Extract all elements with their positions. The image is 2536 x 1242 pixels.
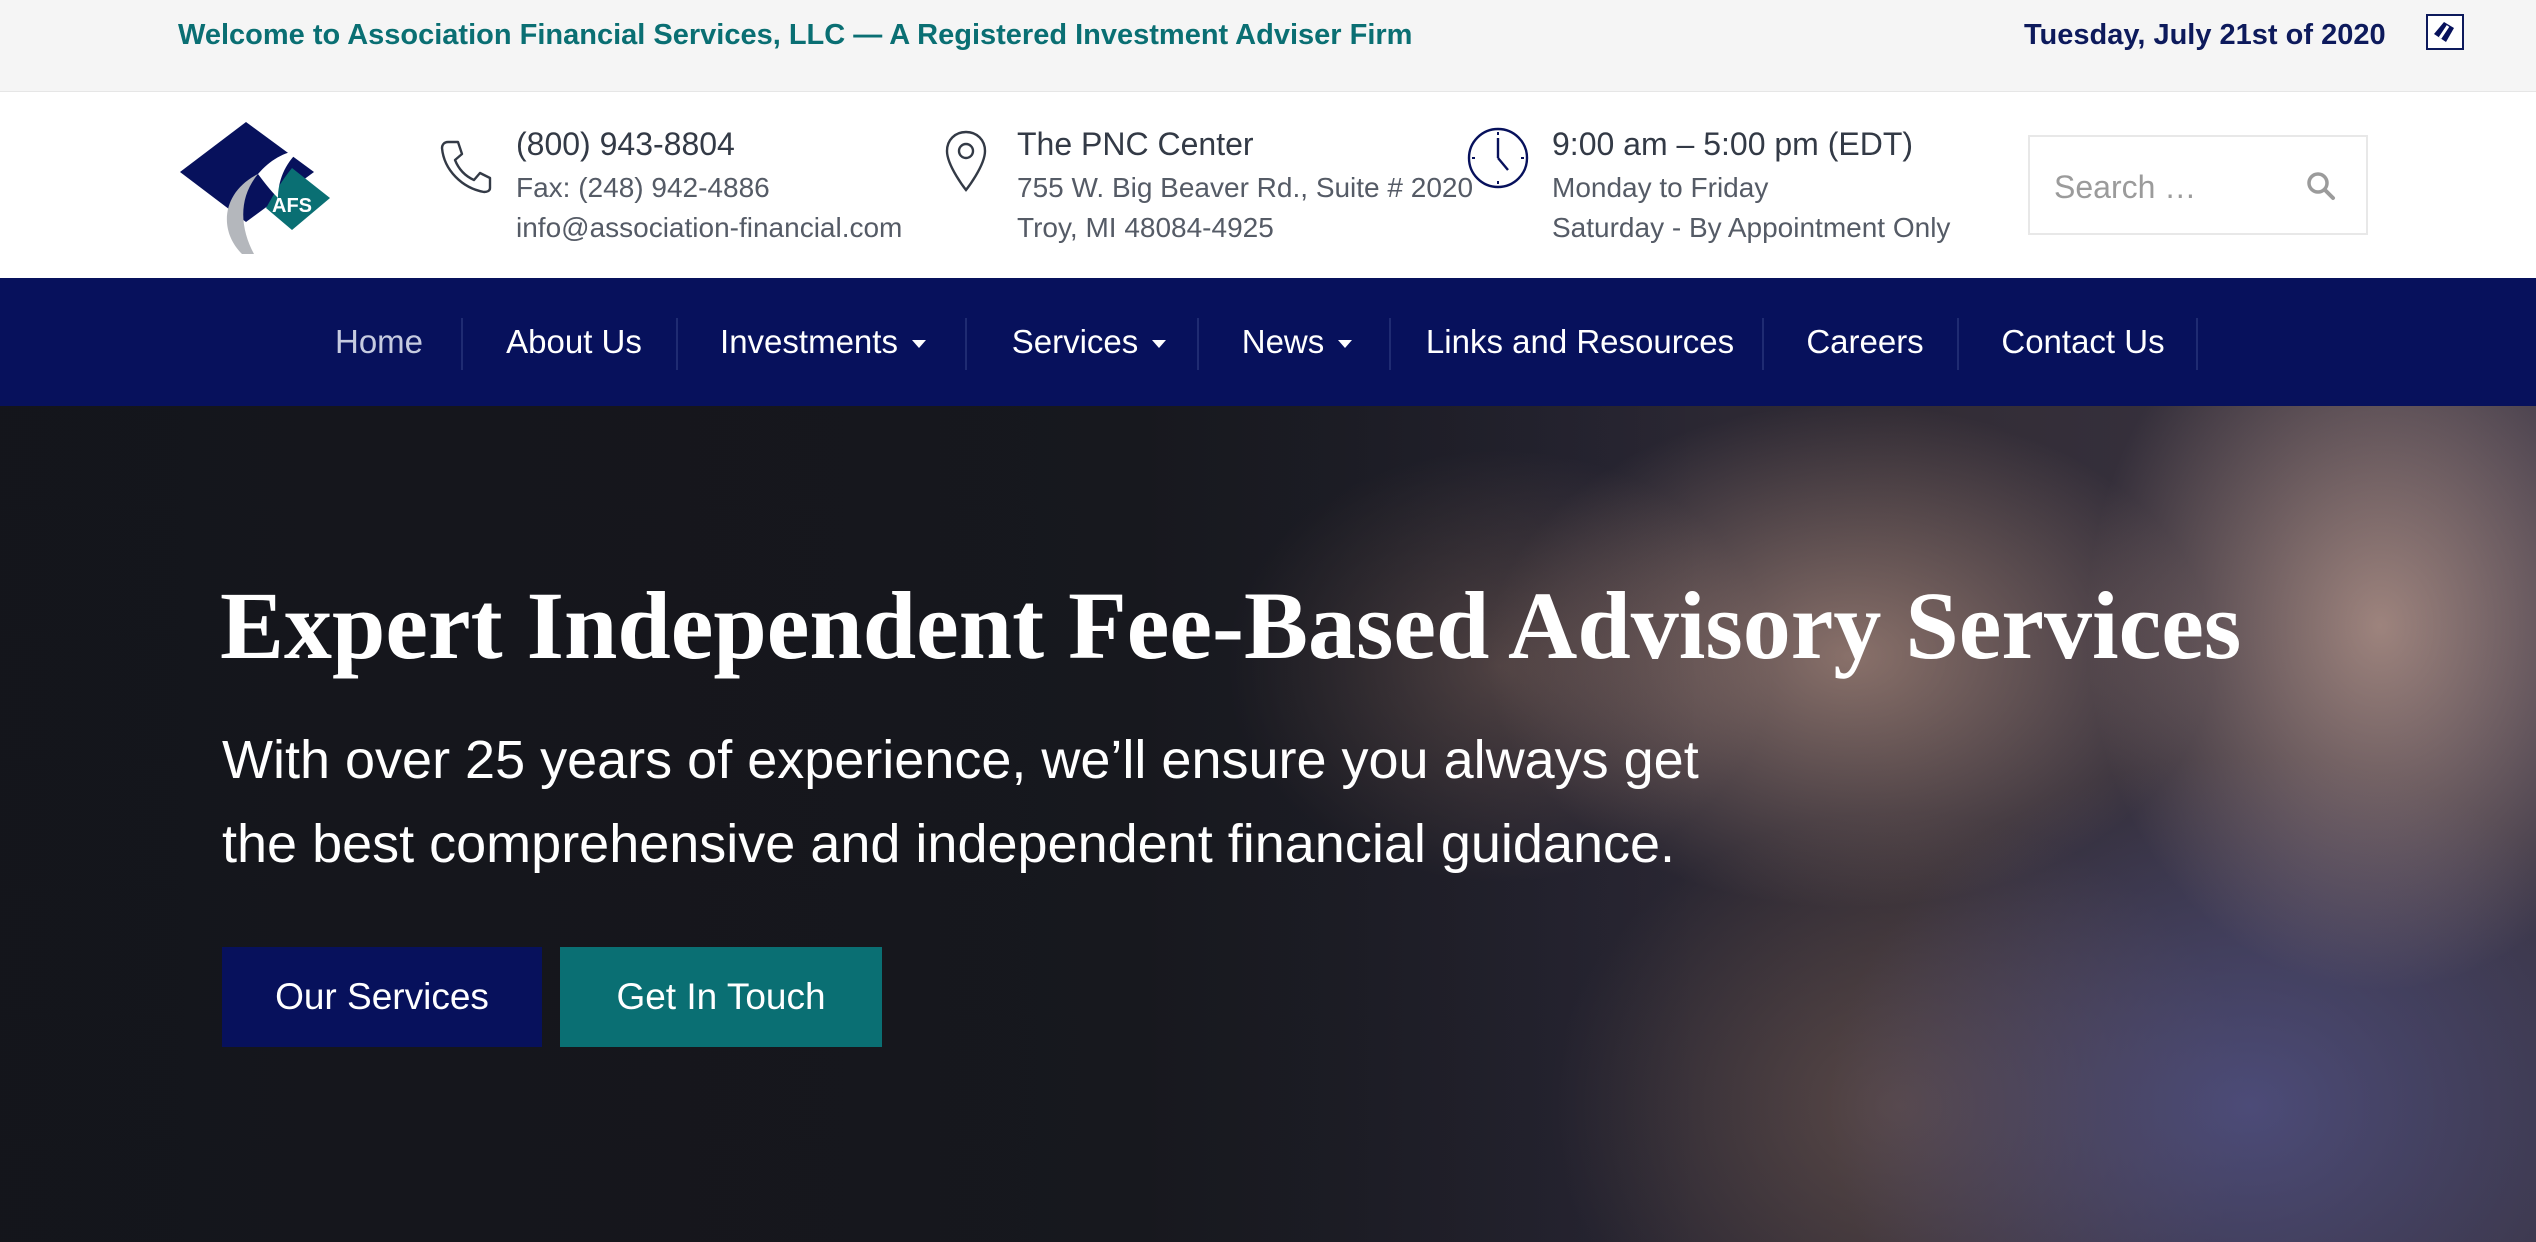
site-header: AFS (800) 943-8804 Fax: (248) 942-4886 i… (0, 92, 2536, 278)
nav-item-contact-us[interactable]: Contact Us (1990, 278, 2176, 406)
nav-label: Contact Us (2001, 323, 2165, 360)
nav-item-news[interactable]: News (1232, 278, 1362, 406)
nav-label: News (1241, 323, 1325, 360)
get-in-touch-button[interactable]: Get In Touch (560, 947, 882, 1047)
street-address: 755 W. Big Beaver Rd., Suite # 2020 (1017, 172, 1474, 203)
search-input[interactable] (2054, 165, 2294, 209)
nav-label: About Us (506, 323, 642, 360)
city-address: Troy, MI 48084-4925 (1017, 212, 1274, 243)
hero-title: Expert Independent Fee-Based Advisory Se… (220, 572, 2242, 679)
hero-subtitle: With over 25 years of experience, we’ll … (222, 730, 1699, 874)
hero-banner: Expert Independent Fee-Based Advisory Se… (0, 406, 2536, 1242)
location-pin-icon (944, 130, 988, 199)
nav-label: Links and Resources (1425, 323, 1735, 360)
fax-number: Fax: (248) 942-4886 (516, 172, 770, 203)
nav-label: Careers (1806, 323, 1924, 360)
nav-divider (461, 318, 463, 370)
weekday-hours: Monday to Friday (1552, 172, 1769, 203)
caret-down-icon (1338, 340, 1353, 348)
saturday-hours: Saturday - By Appointment Only (1552, 212, 1951, 243)
nav-divider (676, 318, 678, 370)
nav-divider (1197, 318, 1199, 370)
nav-item-about-us[interactable]: About Us (490, 278, 658, 406)
nav-label: Investments (720, 323, 898, 360)
email-link[interactable]: info@association-financial.com (516, 212, 902, 244)
nav-item-services[interactable]: Services (998, 278, 1180, 406)
nav-divider (1389, 318, 1391, 370)
main-nav: Home About Us Investments Services News … (0, 278, 2536, 406)
phone-number[interactable]: (800) 943-8804 (516, 126, 735, 163)
nav-label: Home (334, 323, 424, 360)
nav-item-links-resources[interactable]: Links and Resources (1424, 278, 1736, 406)
top-bar: Welcome to Association Financial Service… (0, 0, 2536, 92)
accessibility-icon[interactable] (2426, 14, 2464, 50)
current-date: Tuesday, July 21st of 2020 (2024, 19, 2386, 51)
nav-item-careers[interactable]: Careers (1796, 278, 1934, 406)
nav-divider (1957, 318, 1959, 370)
caret-down-icon (911, 340, 926, 348)
location-name: The PNC Center (1017, 126, 1254, 162)
business-hours: 9:00 am – 5:00 pm (EDT) (1552, 126, 1914, 162)
nav-divider (2196, 318, 2198, 370)
phone-icon (438, 138, 492, 199)
nav-divider (965, 318, 967, 370)
afs-logo[interactable]: AFS (174, 112, 334, 262)
our-services-button[interactable]: Our Services (222, 947, 542, 1047)
nav-divider (1762, 318, 1764, 370)
caret-down-icon (1152, 340, 1167, 348)
search-icon[interactable] (2302, 167, 2342, 207)
nav-item-investments[interactable]: Investments (712, 278, 934, 406)
clock-icon (1466, 126, 1530, 195)
welcome-message: Welcome to Association Financial Service… (178, 19, 1413, 51)
search-form (2028, 135, 2368, 235)
logo-text: AFS (272, 195, 312, 217)
nav-label: Services (1011, 323, 1139, 360)
nav-item-home[interactable]: Home (318, 278, 440, 406)
